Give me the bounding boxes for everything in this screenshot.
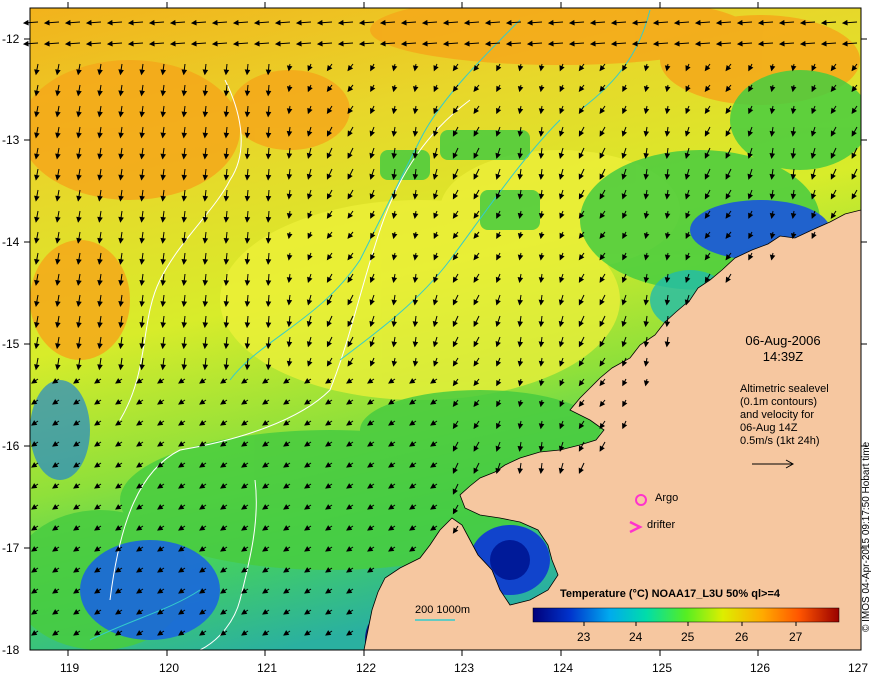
time-text: 14:39Z — [762, 349, 804, 364]
legend-line: and velocity for — [740, 409, 814, 421]
colorbar-tick-label: 27 — [789, 630, 803, 644]
colorbar-tick-label: 25 — [681, 630, 695, 644]
date-text: 06-Aug-2006 — [745, 333, 821, 348]
altimetry-legend: Altimetric sealevel (0.1m contours) and … — [740, 383, 850, 448]
lat-tick-18: -18 — [2, 643, 20, 657]
lon-tick-124: 124 — [553, 661, 573, 675]
lon-tick-126: 126 — [750, 661, 770, 675]
legend-line: 0.5m/s (1kt 24h) — [740, 435, 820, 447]
lon-tick-119: 119 — [60, 661, 79, 675]
lon-tick-125: 125 — [652, 661, 672, 675]
lat-tick-12: -12 — [2, 32, 20, 46]
colorbar-tick-label: 23 — [577, 630, 591, 644]
lon-tick-127: 127 — [848, 661, 868, 675]
lon-tick-120: 120 — [159, 661, 179, 675]
lat-tick-14: -14 — [2, 235, 20, 249]
legend-line: (0.1m contours) — [740, 396, 818, 408]
colorbar-tick-label: 26 — [735, 630, 749, 644]
velocity-arrowhead — [22, 19, 29, 26]
lat-tick-13: -13 — [2, 133, 20, 147]
argo-label: Argo — [655, 492, 679, 504]
colorbar-title: Temperature (°C) NOAA17_L3U 50% ql>=4 — [560, 588, 780, 600]
colorbar-tick-label: 24 — [629, 630, 643, 644]
colorbar — [532, 607, 840, 623]
lat-tick-17: -17 — [2, 541, 20, 555]
velocity-arrowhead — [22, 40, 29, 47]
depth-scale-label: 200 1000m — [415, 604, 471, 616]
legend-line: Altimetric sealevel — [740, 383, 829, 395]
date-time-label: 06-Aug-2006 14:39Z — [738, 333, 828, 365]
lat-tick-15: -15 — [2, 337, 20, 351]
lon-tick-123: 123 — [454, 661, 474, 675]
lon-tick-121: 121 — [257, 661, 277, 675]
lat-tick-16: -16 — [2, 439, 20, 453]
drifter-label: drifter — [647, 519, 676, 531]
lon-tick-122: 122 — [356, 661, 376, 675]
legend-line: 06-Aug 14Z — [740, 422, 798, 434]
credit-text: © IMOS 04-Apr-2015 09:17:50 Hobart time — [861, 441, 872, 632]
